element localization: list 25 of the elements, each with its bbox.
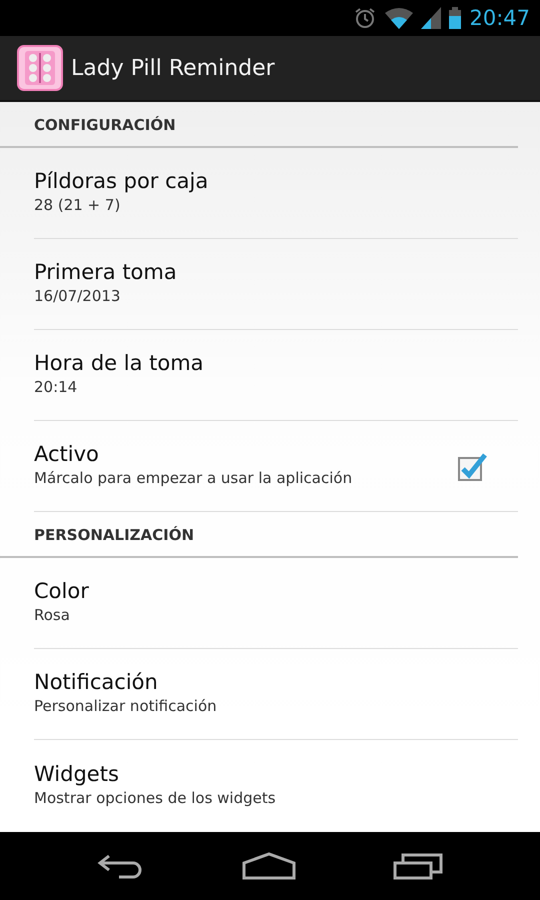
preference-title[interactable]: Notificación — [34, 670, 217, 696]
preference-title[interactable]: Color — [34, 579, 89, 604]
recent-apps-icon[interactable] — [393, 852, 444, 880]
wifi-icon — [385, 7, 414, 29]
home-icon[interactable] — [242, 852, 296, 880]
preference-title[interactable]: Píldoras por caja — [34, 169, 208, 194]
preference-summary: 20:14 — [34, 377, 78, 398]
app-logo-icon[interactable] — [17, 45, 63, 91]
app-title: Lady Pill Reminder — [71, 54, 275, 82]
preference-title[interactable]: Widgets — [34, 762, 276, 787]
preference-summary: Rosa — [34, 605, 71, 626]
preference-summary: Personalizar notificación — [34, 696, 217, 718]
preference-title[interactable]: Hora de la toma — [34, 351, 204, 376]
section-header: PERSONALIZACIÓN — [34, 526, 194, 544]
preference-summary: Mostrar opciones de los widgets — [34, 788, 276, 809]
clock-time: 20:47 — [469, 8, 530, 28]
section-header: CONFIGURACIÓN — [34, 116, 176, 134]
preference-summary: 28 (21 + 7) — [34, 195, 122, 216]
signal-icon — [421, 7, 442, 29]
alarm-icon — [353, 6, 378, 30]
preference-summary: 16/07/2013 — [34, 286, 122, 308]
preference-title[interactable]: Activo — [34, 442, 352, 468]
preference-title[interactable]: Primera toma — [34, 260, 177, 286]
battery-icon — [449, 7, 462, 29]
preference-summary: Márcalo para empezar a usar la aplicación — [34, 468, 352, 490]
